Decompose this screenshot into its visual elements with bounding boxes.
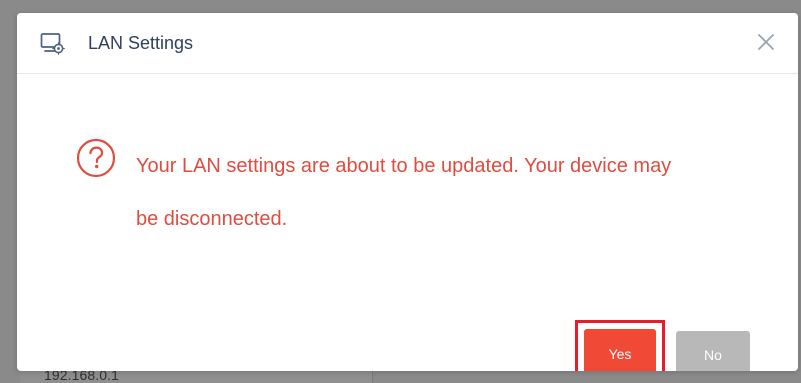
question-circle-icon [76,138,116,178]
close-icon[interactable] [754,30,778,54]
dialog-header: LAN Settings [17,13,798,74]
monitor-gear-icon [40,33,65,55]
lan-settings-dialog: LAN Settings Your LAN settings are about… [17,13,798,371]
dialog-message: Your LAN settings are about to be update… [136,155,672,230]
yes-button[interactable]: Yes [584,329,656,371]
dialog-body: Your LAN settings are about to be update… [17,74,798,371]
dialog-title: LAN Settings [88,33,194,53]
no-button[interactable]: No [676,331,750,371]
